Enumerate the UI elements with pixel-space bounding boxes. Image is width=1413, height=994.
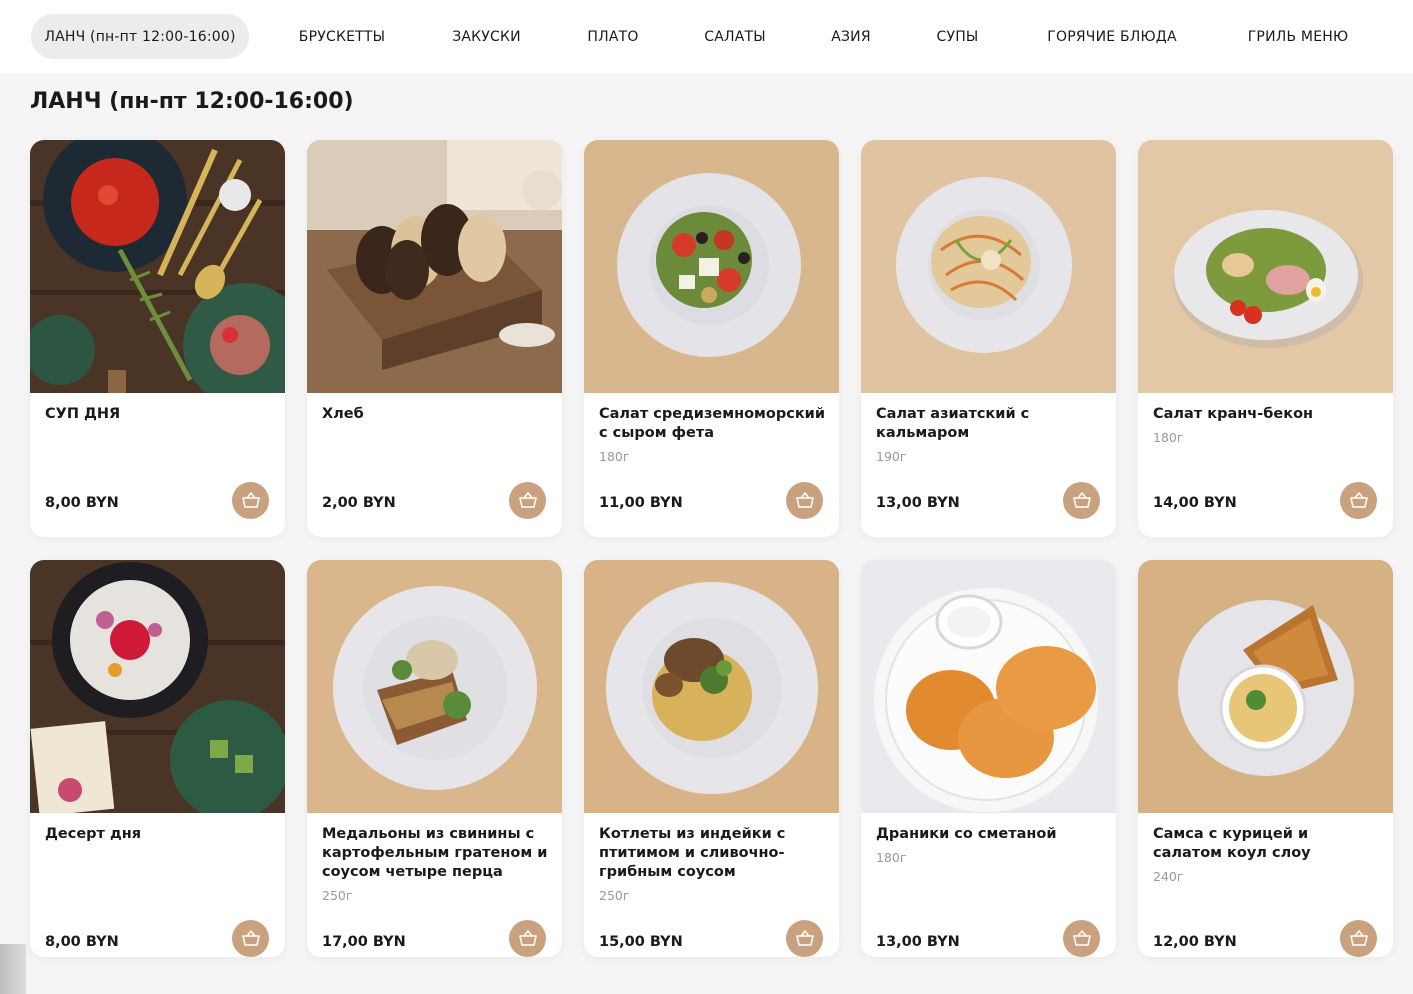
tab-bruschetta[interactable]: БРУСКЕТТЫ xyxy=(281,14,403,59)
add-to-cart-button[interactable] xyxy=(1063,482,1100,519)
product-card[interactable]: Медальоны из свинины с картофельным грат… xyxy=(307,560,562,957)
section-title: ЛАНЧ (пн-пт 12:00-16:00) xyxy=(30,89,354,114)
product-name: Котлеты из индейки с птитимом и сливочно… xyxy=(599,825,827,904)
basket-icon xyxy=(1349,929,1368,946)
asian-squid-salad-photo xyxy=(861,140,1116,393)
product-name: Салат азиатский с кальмаром 190г xyxy=(876,405,1104,465)
product-price: 11,00 BYN xyxy=(599,495,683,511)
add-to-cart-button[interactable] xyxy=(509,920,546,957)
draniki-photo xyxy=(861,560,1116,813)
dessert-photo xyxy=(30,560,285,813)
add-to-cart-button[interactable] xyxy=(786,482,823,519)
product-weight: 180г xyxy=(876,850,907,865)
product-name: Салат средиземноморский с сыром фета 180г xyxy=(599,406,826,464)
tab-appetizers[interactable]: ЗАКУСКИ xyxy=(436,14,537,59)
product-price: 13,00 BYN xyxy=(876,495,960,511)
product-price: 17,00 BYN xyxy=(322,934,406,950)
product-price: 8,00 BYN xyxy=(45,495,119,511)
product-price: 8,00 BYN xyxy=(45,934,119,950)
product-weight: 180г xyxy=(599,449,630,464)
crunch-bacon-salad-photo xyxy=(1138,140,1393,393)
product-name: Самса с курицей и салатом коул слоу 240г xyxy=(1153,825,1381,885)
product-weight: 180г xyxy=(1153,430,1184,445)
product-card[interactable]: Самса с курицей и салатом коул слоу 240г … xyxy=(1138,560,1393,957)
product-card[interactable]: СУП ДНЯ 8,00 BYN xyxy=(30,140,285,537)
tab-soups[interactable]: СУПЫ xyxy=(921,14,994,59)
product-price: 13,00 BYN xyxy=(876,934,960,950)
basket-icon xyxy=(1349,491,1368,508)
product-name: Медальоны из свинины с картофельным грат… xyxy=(322,825,550,904)
basket-icon xyxy=(1072,929,1091,946)
basket-icon xyxy=(1072,491,1091,508)
add-to-cart-button[interactable] xyxy=(1340,920,1377,957)
product-price: 2,00 BYN xyxy=(322,495,396,511)
product-name: Драники со сметаной 180г xyxy=(876,825,1104,866)
add-to-cart-button[interactable] xyxy=(509,482,546,519)
product-card[interactable]: Хлеб 2,00 BYN xyxy=(307,140,562,537)
tab-grill-menu[interactable]: ГРИЛЬ МЕНЮ xyxy=(1230,14,1366,59)
product-card[interactable]: Драники со сметаной 180г 13,00 BYN xyxy=(861,560,1116,957)
mediterranean-salad-photo xyxy=(584,140,839,393)
product-card[interactable]: Котлеты из индейки с птитимом и сливочно… xyxy=(584,560,839,957)
product-card[interactable]: Салат средиземноморский с сыром фета 180г… xyxy=(584,140,839,537)
product-price: 12,00 BYN xyxy=(1153,934,1237,950)
product-name: Хлеб xyxy=(322,406,364,422)
add-to-cart-button[interactable] xyxy=(232,482,269,519)
add-to-cart-button[interactable] xyxy=(1063,920,1100,957)
samsa-photo xyxy=(1138,560,1393,813)
product-weight: 250г xyxy=(322,888,353,903)
product-name: Салат кранч-бекон 180г xyxy=(1153,405,1381,446)
turkey-cutlets-photo xyxy=(584,560,839,813)
basket-icon xyxy=(518,491,537,508)
tab-asia[interactable]: АЗИЯ xyxy=(816,14,886,59)
product-price: 15,00 BYN xyxy=(599,934,683,950)
basket-icon xyxy=(795,929,814,946)
tab-hot-dishes[interactable]: ГОРЯЧИЕ БЛЮДА xyxy=(1029,14,1195,59)
basket-icon xyxy=(241,929,260,946)
soup-photo xyxy=(30,140,285,393)
basket-icon xyxy=(518,929,537,946)
product-card[interactable]: Салат азиатский с кальмаром 190г 13,00 BY… xyxy=(861,140,1116,537)
basket-icon xyxy=(241,491,260,508)
product-name: СУП ДНЯ xyxy=(45,406,121,422)
product-price: 14,00 BYN xyxy=(1153,495,1237,511)
bread-photo xyxy=(307,140,562,393)
product-name: Десерт дня xyxy=(45,826,142,842)
product-weight: 240г xyxy=(1153,869,1184,884)
add-to-cart-button[interactable] xyxy=(1340,482,1377,519)
scroll-handle[interactable] xyxy=(0,944,26,994)
product-card[interactable]: Десерт дня 8,00 BYN xyxy=(30,560,285,957)
product-weight: 250г xyxy=(599,888,630,903)
tab-salads[interactable]: САЛАТЫ xyxy=(689,14,781,59)
product-weight: 190г xyxy=(876,449,907,464)
tab-lunch[interactable]: ЛАНЧ (пн-пт 12:00-16:00) xyxy=(31,14,249,59)
add-to-cart-button[interactable] xyxy=(232,920,269,957)
add-to-cart-button[interactable] xyxy=(786,920,823,957)
pork-medallions-photo xyxy=(307,560,562,813)
basket-icon xyxy=(795,491,814,508)
category-nav: ЛАНЧ (пн-пт 12:00-16:00) БРУСКЕТТЫ ЗАКУС… xyxy=(0,0,1413,73)
product-card[interactable]: Салат кранч-бекон 180г 14,00 BYN xyxy=(1138,140,1393,537)
tab-plato[interactable]: ПЛАТО xyxy=(572,14,654,59)
